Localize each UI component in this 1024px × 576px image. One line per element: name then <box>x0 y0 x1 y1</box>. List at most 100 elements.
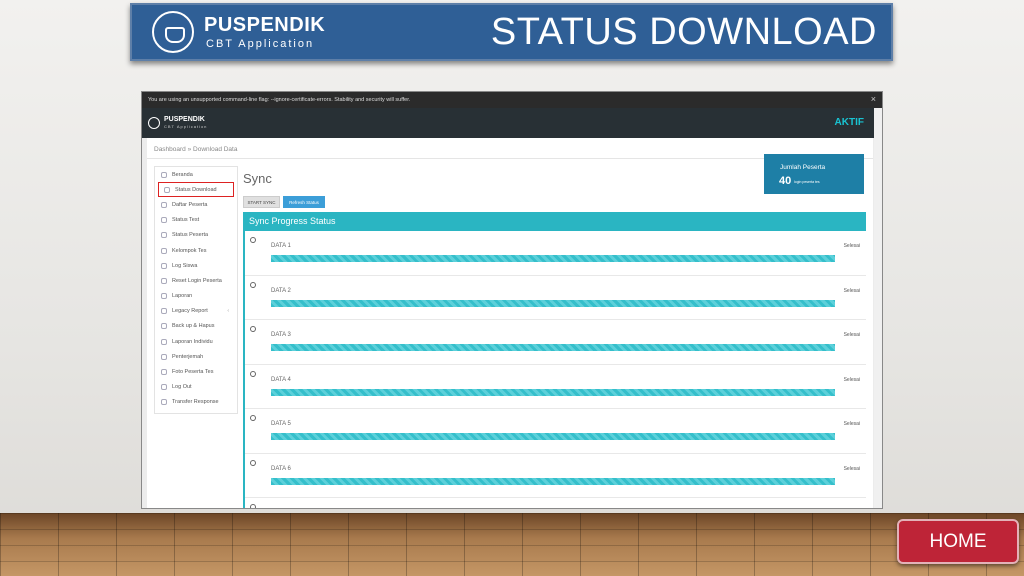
progress-bar <box>271 255 835 262</box>
sidebar-item-label: Transfer Response <box>172 399 219 406</box>
start-sync-button[interactable]: START SYNC <box>243 196 280 208</box>
check-circle-icon <box>250 504 256 508</box>
progress-fill <box>271 299 835 307</box>
progress-fill <box>271 388 835 396</box>
list-item: DATA 2 Selesai <box>245 276 866 320</box>
menu-icon <box>161 277 167 284</box>
list-item: DATA 6 Selesai <box>245 454 866 498</box>
browser-warning-text: You are using an unsupported command-lin… <box>148 97 411 103</box>
sidebar-item[interactable]: Kelompok Tes <box>155 243 237 258</box>
app-logo-icon <box>148 117 160 129</box>
list-item: DATA 4 Selesai <box>245 365 866 409</box>
banner-brand-sub: CBT Application <box>206 38 315 50</box>
progress-fill <box>271 255 835 262</box>
menu-icon <box>161 399 167 406</box>
progress-panel-title: Sync Progress Status <box>243 212 866 231</box>
sidebar-item[interactable]: Laporan <box>155 289 237 304</box>
progress-list: DATA 1 Selesai DATA 2 Selesai DATA 3 Selesai D… <box>243 231 866 508</box>
list-item <box>245 498 866 508</box>
data-name-label: DATA 3 <box>271 332 291 338</box>
sidebar-item[interactable]: Transfer Response <box>155 395 237 410</box>
status-label: Selesai <box>843 332 860 338</box>
sidebar-item-label: Foto Peserta Tes <box>172 369 214 376</box>
sidebar-item[interactable]: Back up & Hapus <box>155 319 237 334</box>
stat-value: 40 <box>779 175 792 187</box>
sidebar-item[interactable]: Reset Login Peserta <box>155 273 237 288</box>
progress-bar <box>271 388 835 396</box>
list-item: DATA 3 Selesai <box>245 320 866 365</box>
sidebar-item[interactable]: Foto Peserta Tes <box>155 364 237 379</box>
data-name-label: DATA 4 <box>271 376 291 383</box>
sidebar-item[interactable]: Status Download <box>158 182 234 198</box>
status-label: Selesai <box>843 421 860 427</box>
progress-bar <box>271 477 835 485</box>
menu-icon <box>161 384 167 391</box>
menu-icon <box>161 323 167 330</box>
menu-icon <box>164 186 170 193</box>
menu-icon <box>161 232 167 239</box>
progress-fill <box>271 344 835 351</box>
stat-label: Jumlah Peserta <box>780 164 826 171</box>
slide-title: STATUS DOWNLOAD <box>490 11 877 53</box>
menu-icon <box>161 308 167 315</box>
breadcrumb[interactable]: Dashboard » Download Data <box>154 146 237 153</box>
participant-count-card: Jumlah Peserta 40 login peserta tes <box>764 154 864 194</box>
sidebar-item[interactable]: Status Test <box>155 213 237 228</box>
menu-icon <box>161 262 167 269</box>
check-circle-icon <box>250 459 256 466</box>
menu-icon <box>161 338 167 345</box>
menu-icon <box>161 217 167 224</box>
check-circle-icon <box>250 415 256 421</box>
status-label: Selesai <box>843 465 860 472</box>
sidebar-item-label: Beranda <box>172 171 193 178</box>
sidebar-item-label: Laporan <box>172 293 193 300</box>
scrollbar[interactable] <box>874 108 882 508</box>
check-circle-icon <box>250 237 256 243</box>
data-name-label: DATA 2 <box>271 287 291 294</box>
sidebar-item[interactable]: Beranda <box>155 167 237 182</box>
sidebar-item[interactable]: Log Out <box>155 380 237 395</box>
chevron-icon: ‹ <box>227 307 229 314</box>
sidebar-item[interactable]: Legacy Report ‹ <box>155 304 237 319</box>
menu-icon <box>161 293 167 300</box>
page-title: Sync <box>243 171 272 186</box>
status-label: Selesai <box>843 376 860 383</box>
menu-icon <box>161 201 167 208</box>
wood-floor-decoration <box>0 513 1024 576</box>
sidebar-item[interactable]: Daftar Peserta <box>155 197 237 212</box>
sidebar-item[interactable]: Status Peserta <box>155 228 237 243</box>
stat-unit: login peserta tes <box>794 180 820 184</box>
list-item: DATA 1 Selesai <box>245 231 866 276</box>
check-circle-icon <box>250 370 256 377</box>
status-label: Selesai <box>843 243 860 249</box>
app-screenshot: You are using an unsupported command-lin… <box>141 91 883 509</box>
sidebar-item[interactable]: Laporan Individu <box>155 334 237 349</box>
list-item: DATA 5 Selesai <box>245 409 866 454</box>
progress-bar <box>271 433 835 440</box>
app-brand: PUSPENDIK <box>164 116 205 123</box>
main-content: Dashboard » Download Data Beranda Status … <box>147 138 873 508</box>
sidebar: Beranda Status Download Daftar Peserta Stat… <box>154 166 238 414</box>
sidebar-item[interactable]: Log Siswa <box>155 258 237 273</box>
sidebar-item-label: Kelompok Tes <box>172 247 207 254</box>
sidebar-item-label: Reset Login Peserta <box>172 277 222 284</box>
sidebar-item-label: Status Peserta <box>172 232 209 239</box>
sidebar-item[interactable]: Penterjemah <box>155 349 237 364</box>
app-brand-sub: CBT Application <box>164 124 208 129</box>
app-header: PUSPENDIK CBT Application AKTIF <box>142 108 882 138</box>
home-button[interactable]: HOME <box>897 519 1019 564</box>
data-name-label: DATA 5 <box>271 421 291 427</box>
progress-fill <box>271 433 835 440</box>
refresh-status-button[interactable]: Refresh Status <box>283 196 325 208</box>
sidebar-item-label: Status Test <box>172 217 200 224</box>
banner-brand: PUSPENDIK <box>204 14 326 36</box>
progress-fill <box>271 477 835 485</box>
sidebar-item-label: Legacy Report <box>172 308 208 315</box>
sidebar-item-label: Daftar Peserta <box>172 201 208 208</box>
sidebar-item-label: Status Download <box>175 186 217 193</box>
close-icon[interactable]: × <box>871 94 876 104</box>
sidebar-item-label: Log Siswa <box>172 262 198 269</box>
sidebar-item-label: Back up & Hapus <box>172 323 215 330</box>
puspendik-logo-icon <box>152 11 194 53</box>
status-label: Selesai <box>843 287 860 294</box>
